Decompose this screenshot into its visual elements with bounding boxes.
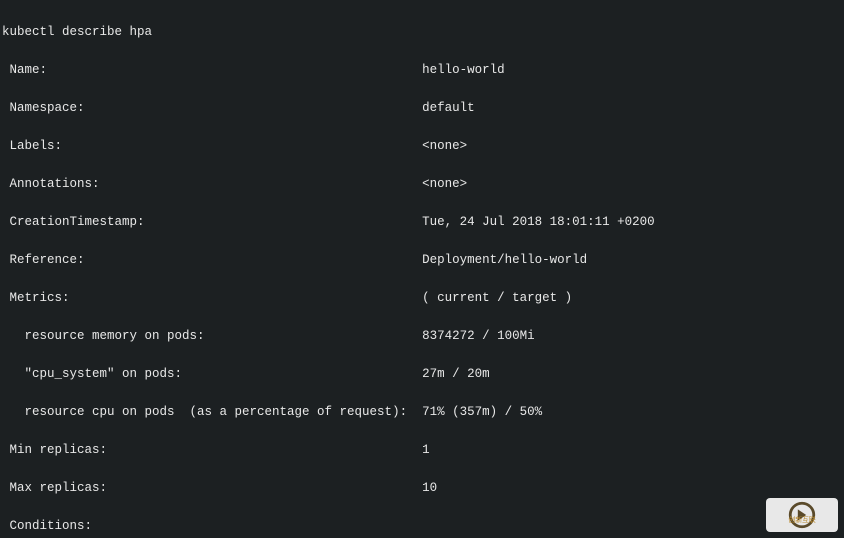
row-conditions: Conditions: <box>2 517 842 536</box>
row-mem: resource memory on pods: 8374272 / 100Mi <box>2 327 842 346</box>
watermark-text: 创新互联 <box>766 511 838 530</box>
row-reference: Reference: Deployment/hello-world <box>2 251 842 270</box>
row-cpusys: "cpu_system" on pods: 27m / 20m <box>2 365 842 384</box>
row-namespace: Namespace: default <box>2 99 842 118</box>
row-labels: Labels: <none> <box>2 137 842 156</box>
row-min: Min replicas: 1 <box>2 441 842 460</box>
row-name: Name: hello-world <box>2 61 842 80</box>
terminal-output[interactable]: kubectl describe hpa Name: hello-world N… <box>0 0 844 538</box>
row-annotations: Annotations: <none> <box>2 175 842 194</box>
row-creation: CreationTimestamp: Tue, 24 Jul 2018 18:0… <box>2 213 842 232</box>
row-metrics: Metrics: ( current / target ) <box>2 289 842 308</box>
site-watermark: 创新互联 <box>766 498 838 532</box>
row-cpu: resource cpu on pods (as a percentage of… <box>2 403 842 422</box>
row-max: Max replicas: 10 <box>2 479 842 498</box>
command-line: kubectl describe hpa <box>2 23 842 42</box>
